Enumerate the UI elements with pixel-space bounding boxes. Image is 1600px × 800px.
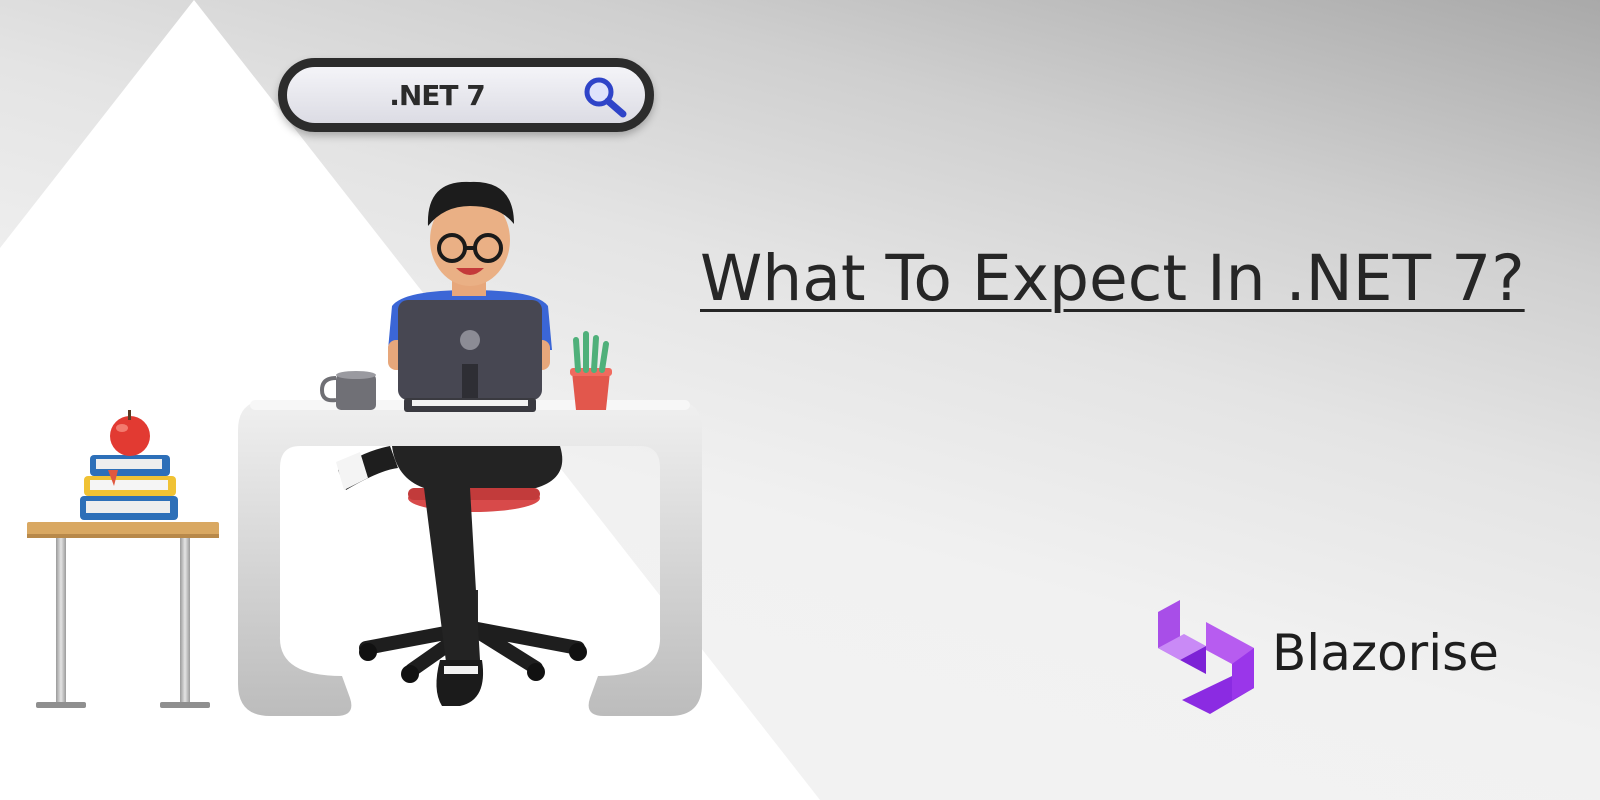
developer-at-desk-illustration	[27, 181, 702, 716]
brand-lockup: Blazorise	[1158, 594, 1499, 714]
book-stack	[80, 455, 178, 520]
blazorise-logo-icon	[1158, 600, 1254, 714]
apple	[110, 410, 150, 456]
laptop	[398, 300, 542, 412]
search-bar[interactable]: .NET 7	[278, 58, 654, 132]
magnifier-icon[interactable]	[581, 75, 629, 119]
brand-name: Blazorise	[1272, 624, 1499, 682]
side-table	[27, 522, 219, 708]
page-headline: What To Expect In .NET 7?	[700, 242, 1525, 315]
search-query-text: .NET 7	[389, 79, 486, 112]
plant-pot	[570, 331, 612, 410]
